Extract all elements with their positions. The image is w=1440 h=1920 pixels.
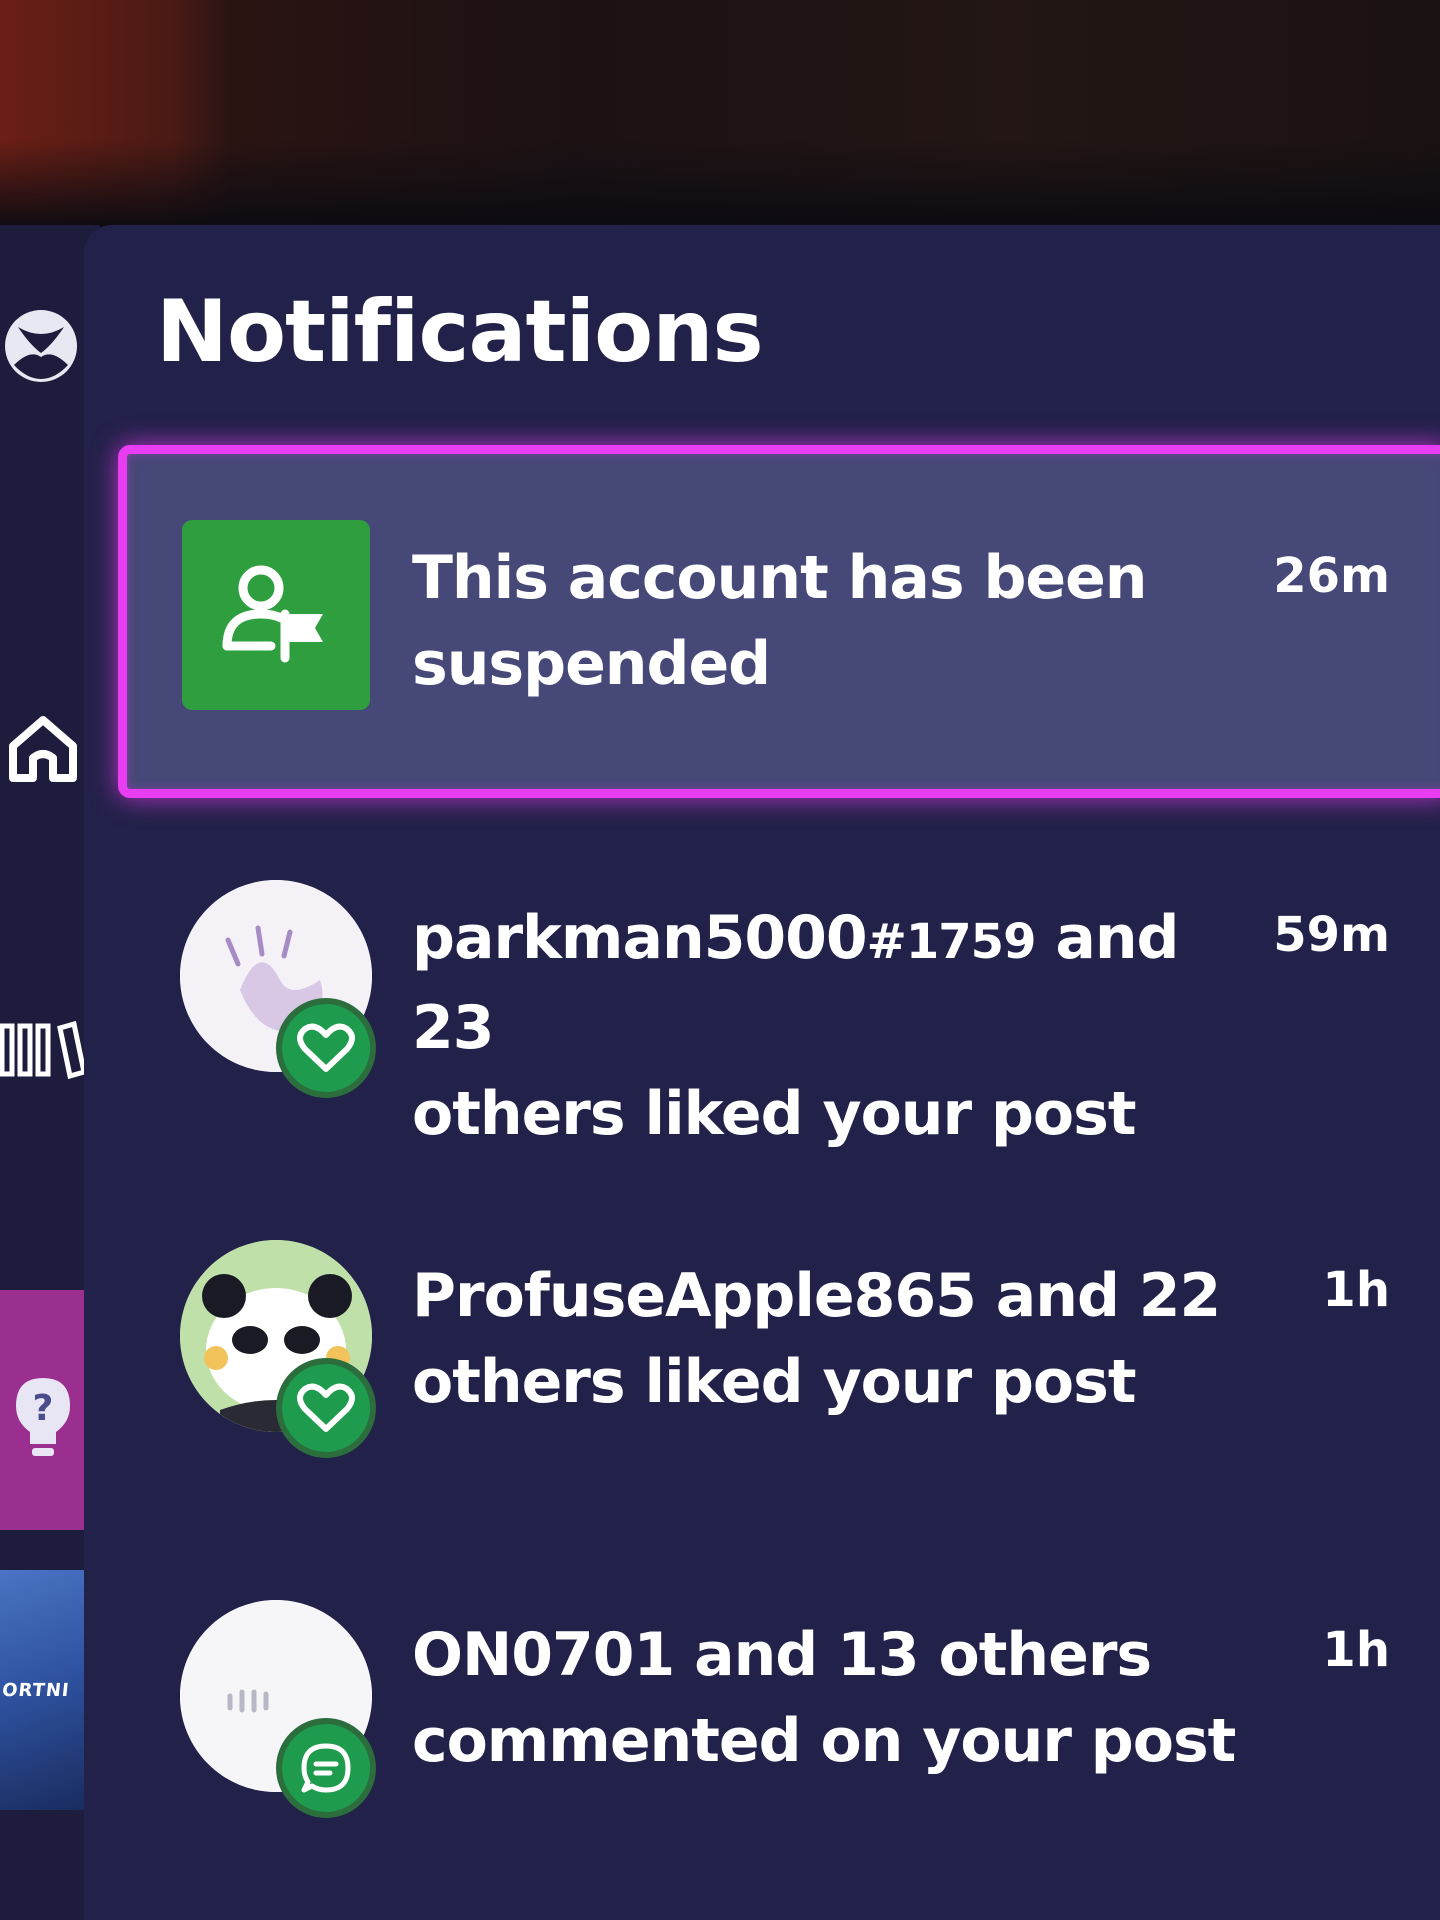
notification-time: 1h [1322, 1262, 1390, 1318]
notification-line-2: others liked your post [412, 1079, 1137, 1149]
notification-line-1-rest: and 13 others [674, 1620, 1152, 1690]
notification-line-1: This account has been [412, 543, 1148, 613]
notification-time: 26m [1273, 548, 1390, 604]
notification-text: This account has been suspended [412, 535, 1242, 707]
notification-line-2: suspended [412, 629, 771, 699]
comment-icon [276, 1718, 376, 1818]
notification-line-1-rest: and 22 [975, 1261, 1222, 1331]
gamertag: ON0701 [412, 1620, 675, 1690]
notification-line-1: ProfuseApple865 and 22 [412, 1253, 1242, 1339]
background-shade [0, 140, 1440, 230]
notification-text: ProfuseApple865 and 22 others liked your… [412, 1253, 1242, 1425]
notification-line-1: parkman5000#1759 and 23 [412, 895, 1242, 1071]
svg-text:?: ? [33, 1388, 54, 1429]
notification-text: ON0701 and 13 others commented on your p… [412, 1612, 1242, 1784]
gamertag: ProfuseApple865 [412, 1261, 977, 1331]
gamertag: parkman5000 [412, 903, 868, 973]
tips-icon[interactable]: ? [0, 1370, 86, 1470]
notification-line-1: ON0701 and 13 others [412, 1612, 1242, 1698]
notification-line-2: others liked your post [412, 1347, 1137, 1417]
heart-icon [276, 1358, 376, 1458]
xbox-logo-icon[interactable] [0, 305, 82, 387]
notification-time: 59m [1273, 907, 1390, 963]
heart-icon [276, 998, 376, 1098]
page-title: Notifications [156, 282, 764, 382]
account-flag-icon [182, 520, 370, 710]
notification-text: parkman5000#1759 and 23 others liked you… [412, 895, 1242, 1157]
notification-line-2: commented on your post [412, 1706, 1236, 1776]
thumbnail-label: ORTNI [1, 1680, 71, 1701]
library-icon[interactable] [0, 1015, 86, 1085]
home-icon[interactable] [0, 705, 86, 791]
notification-time: 1h [1322, 1622, 1390, 1678]
gamertag-suffix: #1759 [866, 914, 1037, 970]
